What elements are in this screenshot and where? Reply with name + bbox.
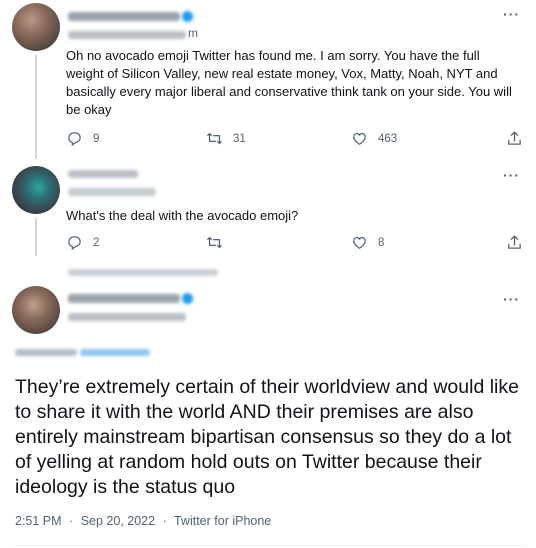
handle-redacted — [68, 188, 156, 196]
verified-badge-icon — [182, 293, 193, 304]
tweet-text: What's the deal with the avocado emoji? — [66, 208, 299, 223]
replying-to-label — [15, 349, 77, 356]
like-icon — [353, 132, 366, 145]
avatar[interactable] — [12, 286, 60, 334]
like-count: 8 — [378, 236, 385, 249]
divider — [15, 545, 524, 546]
handle-redacted — [68, 31, 186, 39]
display-name-redacted — [68, 294, 180, 303]
reply-count: 9 — [93, 132, 100, 145]
reply-button[interactable]: 9 — [66, 130, 99, 147]
tweet-date[interactable]: Sep 20, 2022 — [81, 514, 155, 528]
handle-redacted — [68, 313, 186, 321]
like-count: 463 — [378, 132, 398, 145]
retweet-button[interactable]: 31 — [206, 130, 246, 147]
reply-button[interactable]: 2 — [66, 234, 99, 251]
thread-line — [35, 218, 37, 256]
tweet-metadata: 2:51 PM · Sep 20, 2022 · Twitter for iPh… — [15, 514, 275, 528]
display-name-redacted — [68, 12, 180, 21]
reply-count: 2 — [93, 236, 100, 249]
like-button[interactable]: 463 — [351, 130, 397, 147]
tweet-1[interactable]: m ··· Oh no avocado emoji Twitter has fo… — [0, 0, 536, 159]
replying-to-handle — [80, 349, 150, 356]
share-button[interactable] — [506, 130, 533, 147]
share-icon — [508, 235, 521, 249]
main-tweet-text: They’re extremely certain of their world… — [15, 376, 519, 498]
share-button[interactable] — [506, 234, 533, 251]
tweet-source[interactable]: Twitter for iPhone — [174, 514, 271, 528]
reply-icon — [68, 236, 81, 251]
more-icon[interactable]: ··· — [503, 291, 520, 307]
avatar[interactable] — [12, 3, 60, 51]
tweet-text: Oh no avocado emoji Twitter has found me… — [66, 48, 512, 117]
tweet-actions: 9 31 463 — [66, 130, 526, 150]
reply-context — [0, 262, 536, 282]
thread-line — [35, 55, 37, 159]
meta-separator: · — [162, 514, 167, 528]
handle-fragment: m — [188, 26, 198, 40]
tweet-actions: 2 8 — [66, 234, 526, 254]
display-name-redacted — [68, 170, 138, 178]
avatar[interactable] — [12, 166, 60, 214]
reply-context-redacted — [68, 269, 218, 276]
retweet-count: 31 — [233, 132, 246, 145]
like-button[interactable]: 8 — [351, 234, 384, 251]
meta-separator: · — [69, 514, 74, 528]
retweet-icon — [206, 236, 223, 249]
main-tweet: ··· They’re extremely certain of their w… — [0, 282, 536, 548]
share-icon — [508, 131, 521, 145]
more-icon[interactable]: ··· — [503, 167, 520, 183]
reply-icon — [68, 132, 81, 147]
retweet-button[interactable] — [206, 234, 233, 251]
tweet-2[interactable]: ··· What's the deal with the avocado emo… — [0, 160, 536, 260]
verified-badge-icon — [182, 11, 193, 22]
like-icon — [353, 236, 366, 249]
retweet-icon — [206, 132, 223, 145]
replying-to-redacted — [0, 346, 200, 358]
more-icon[interactable]: ··· — [503, 6, 520, 22]
tweet-time[interactable]: 2:51 PM — [15, 514, 62, 528]
